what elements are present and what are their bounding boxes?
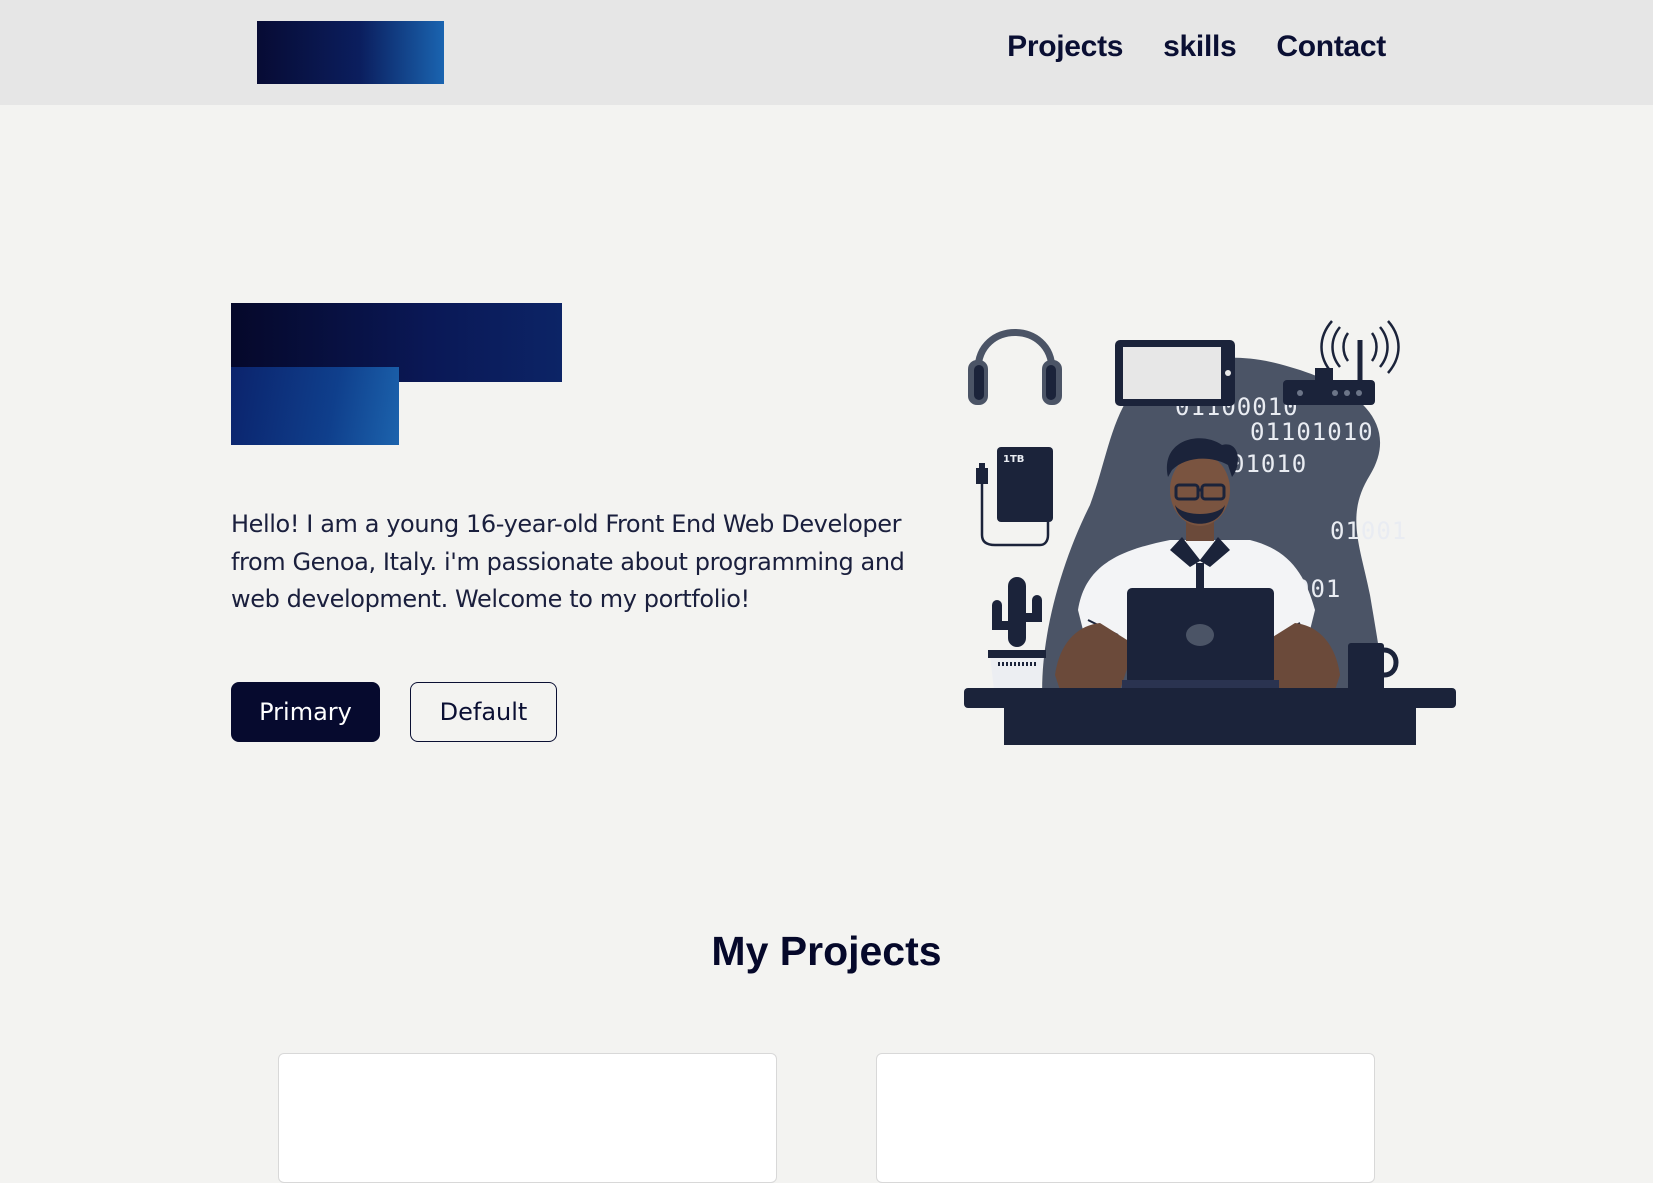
- hero-intro-text: Hello! I am a young 16-year-old Front En…: [231, 510, 905, 613]
- primary-button[interactable]: Primary: [231, 682, 380, 742]
- nav-link-contact[interactable]: Contact: [1276, 30, 1386, 64]
- drive-label: 1TB: [1003, 454, 1024, 465]
- router-icon: [1283, 320, 1400, 405]
- mug-icon: [1348, 643, 1399, 691]
- binary-line-4: 01001: [1330, 517, 1407, 545]
- nav-link-skills[interactable]: skills: [1163, 30, 1237, 64]
- desk: [964, 688, 1456, 745]
- developer-illustration: 01100010 01101010 01010 01001 001 1TB: [964, 320, 1456, 745]
- binary-line-2: 01101010: [1250, 418, 1374, 446]
- hard-drive-icon: 1TB: [976, 447, 1053, 547]
- cactus-icon: [988, 577, 1046, 690]
- default-button[interactable]: Default: [410, 682, 557, 742]
- laptop-icon: [1122, 588, 1279, 688]
- navbar: Projects skills Contact: [0, 0, 1653, 105]
- projects-title: My Projects: [711, 928, 942, 974]
- project-card[interactable]: [278, 1053, 777, 1183]
- project-card[interactable]: [876, 1053, 1375, 1183]
- logo[interactable]: [257, 21, 444, 84]
- nav-links: Projects skills Contact: [1007, 30, 1386, 64]
- headphones-icon: [968, 329, 1062, 405]
- hero-title-block-bottom: [231, 367, 399, 445]
- tablet-icon: [1115, 340, 1235, 406]
- nav-link-projects[interactable]: Projects: [1007, 30, 1123, 64]
- binary-line-3: 01010: [1230, 450, 1307, 478]
